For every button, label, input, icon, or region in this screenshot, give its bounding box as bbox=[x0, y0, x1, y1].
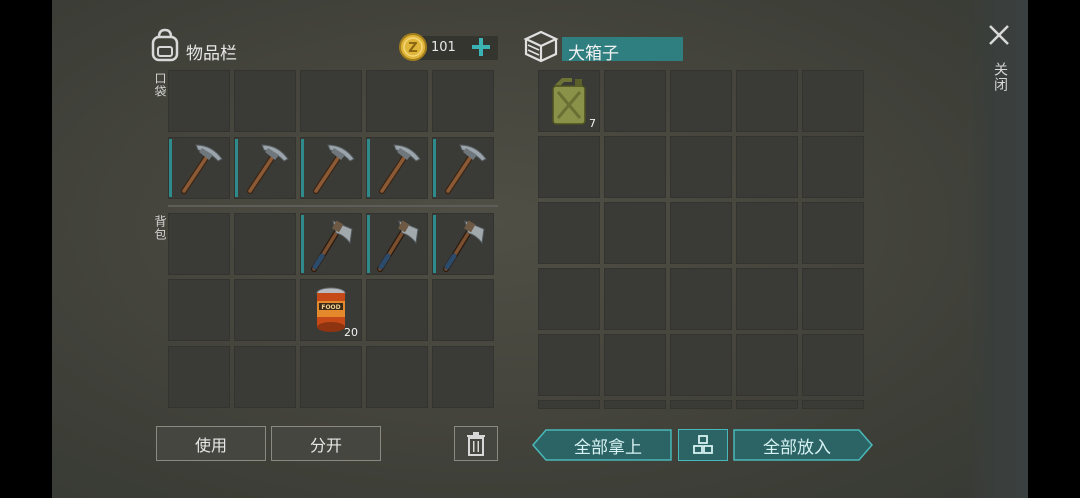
backpack-slot[interactable] bbox=[234, 279, 296, 341]
pocket-slot[interactable] bbox=[168, 70, 230, 132]
pickaxe-icon bbox=[379, 144, 421, 194]
backpack-slot-hatchet[interactable] bbox=[300, 213, 362, 275]
split-button[interactable]: 分开 bbox=[271, 426, 381, 461]
backpack-slot[interactable] bbox=[366, 279, 428, 341]
container-slot[interactable] bbox=[670, 202, 732, 264]
container-slot[interactable] bbox=[802, 268, 864, 330]
sort-button[interactable] bbox=[678, 429, 728, 461]
hatchet-icon bbox=[377, 220, 419, 272]
container-title: 大箱子 bbox=[568, 44, 619, 64]
backpack-slot-hatchet[interactable] bbox=[366, 213, 428, 275]
backpack-slot[interactable] bbox=[168, 213, 230, 275]
backpack-slot[interactable] bbox=[234, 213, 296, 275]
container-slot[interactable] bbox=[670, 400, 732, 409]
pocket-label: 口袋 bbox=[153, 72, 167, 98]
backpack-label: 背包 bbox=[153, 215, 167, 241]
inventory-title: 物品栏 bbox=[186, 44, 237, 64]
sort-icon bbox=[693, 435, 713, 454]
close-icon[interactable] bbox=[988, 24, 1010, 46]
container-slot[interactable] bbox=[538, 400, 600, 409]
container-slot[interactable] bbox=[538, 268, 600, 330]
close-label[interactable]: 关闭 bbox=[990, 62, 1010, 92]
backpack-slot[interactable] bbox=[300, 346, 362, 408]
hatchet-icon bbox=[311, 220, 353, 272]
container-slot[interactable] bbox=[802, 202, 864, 264]
container-slot[interactable] bbox=[670, 268, 732, 330]
pocket-slot-pickaxe[interactable] bbox=[168, 137, 230, 199]
pocket-slot-pickaxe[interactable] bbox=[366, 137, 428, 199]
container-slot[interactable] bbox=[604, 334, 666, 396]
pickaxe-icon bbox=[181, 144, 223, 194]
pocket-slot[interactable] bbox=[432, 70, 494, 132]
trash-button[interactable] bbox=[454, 426, 498, 461]
pickaxe-icon bbox=[247, 144, 289, 194]
backpack-slot-food-can[interactable]: FOOD 20 bbox=[300, 279, 362, 341]
container-slot[interactable] bbox=[538, 202, 600, 264]
pickaxe-icon bbox=[313, 144, 355, 194]
backpack-slot[interactable] bbox=[234, 346, 296, 408]
coin-count: 101 bbox=[431, 40, 456, 55]
pocket-slot-pickaxe[interactable] bbox=[234, 137, 296, 199]
container-slot[interactable] bbox=[604, 400, 666, 409]
take-all-button[interactable]: 全部拿上 bbox=[546, 429, 670, 461]
backpack-slot[interactable] bbox=[432, 279, 494, 341]
food-can-count: 20 bbox=[344, 326, 358, 339]
backpack-icon bbox=[151, 28, 179, 62]
container-slot[interactable] bbox=[604, 268, 666, 330]
svg-text:Z: Z bbox=[408, 41, 417, 56]
container-slot[interactable] bbox=[604, 202, 666, 264]
container-slot[interactable] bbox=[736, 202, 798, 264]
container-slot[interactable] bbox=[736, 334, 798, 396]
container-slot[interactable] bbox=[604, 70, 666, 132]
container-slot[interactable] bbox=[670, 334, 732, 396]
trash-icon bbox=[467, 431, 485, 456]
pickaxe-icon bbox=[445, 144, 487, 194]
container-slot[interactable] bbox=[736, 70, 798, 132]
can-label: FOOD bbox=[321, 304, 340, 311]
coin-icon: Z bbox=[399, 33, 427, 61]
jerrycan-count: 7 bbox=[589, 117, 596, 130]
container-slot[interactable] bbox=[802, 70, 864, 132]
container-slot[interactable] bbox=[538, 334, 600, 396]
plus-icon[interactable] bbox=[471, 37, 491, 57]
container-slot[interactable] bbox=[670, 70, 732, 132]
backpack-slot[interactable] bbox=[168, 346, 230, 408]
container-slot[interactable] bbox=[736, 400, 798, 409]
container-slot[interactable] bbox=[802, 400, 864, 409]
pocket-slot[interactable] bbox=[234, 70, 296, 132]
backpack-slot[interactable] bbox=[168, 279, 230, 341]
backpack-slot-hatchet[interactable] bbox=[432, 213, 494, 275]
container-slot-jerrycan[interactable]: 7 bbox=[538, 70, 600, 132]
container-slot[interactable] bbox=[604, 136, 666, 198]
pocket-slot[interactable] bbox=[300, 70, 362, 132]
pocket-slot-pickaxe[interactable] bbox=[300, 137, 362, 199]
container-slot[interactable] bbox=[802, 136, 864, 198]
section-divider bbox=[168, 205, 498, 207]
use-button[interactable]: 使用 bbox=[156, 426, 266, 461]
hatchet-icon bbox=[443, 220, 485, 272]
container-slot[interactable] bbox=[538, 136, 600, 198]
put-all-button[interactable]: 全部放入 bbox=[735, 429, 859, 461]
pocket-slot[interactable] bbox=[366, 70, 428, 132]
container-slot[interactable] bbox=[736, 136, 798, 198]
backpack-slot[interactable] bbox=[432, 346, 494, 408]
container-slot[interactable] bbox=[670, 136, 732, 198]
container-slot[interactable] bbox=[736, 268, 798, 330]
backpack-slot[interactable] bbox=[366, 346, 428, 408]
container-slot[interactable] bbox=[802, 334, 864, 396]
crate-icon bbox=[523, 30, 559, 63]
pocket-slot-pickaxe[interactable] bbox=[432, 137, 494, 199]
